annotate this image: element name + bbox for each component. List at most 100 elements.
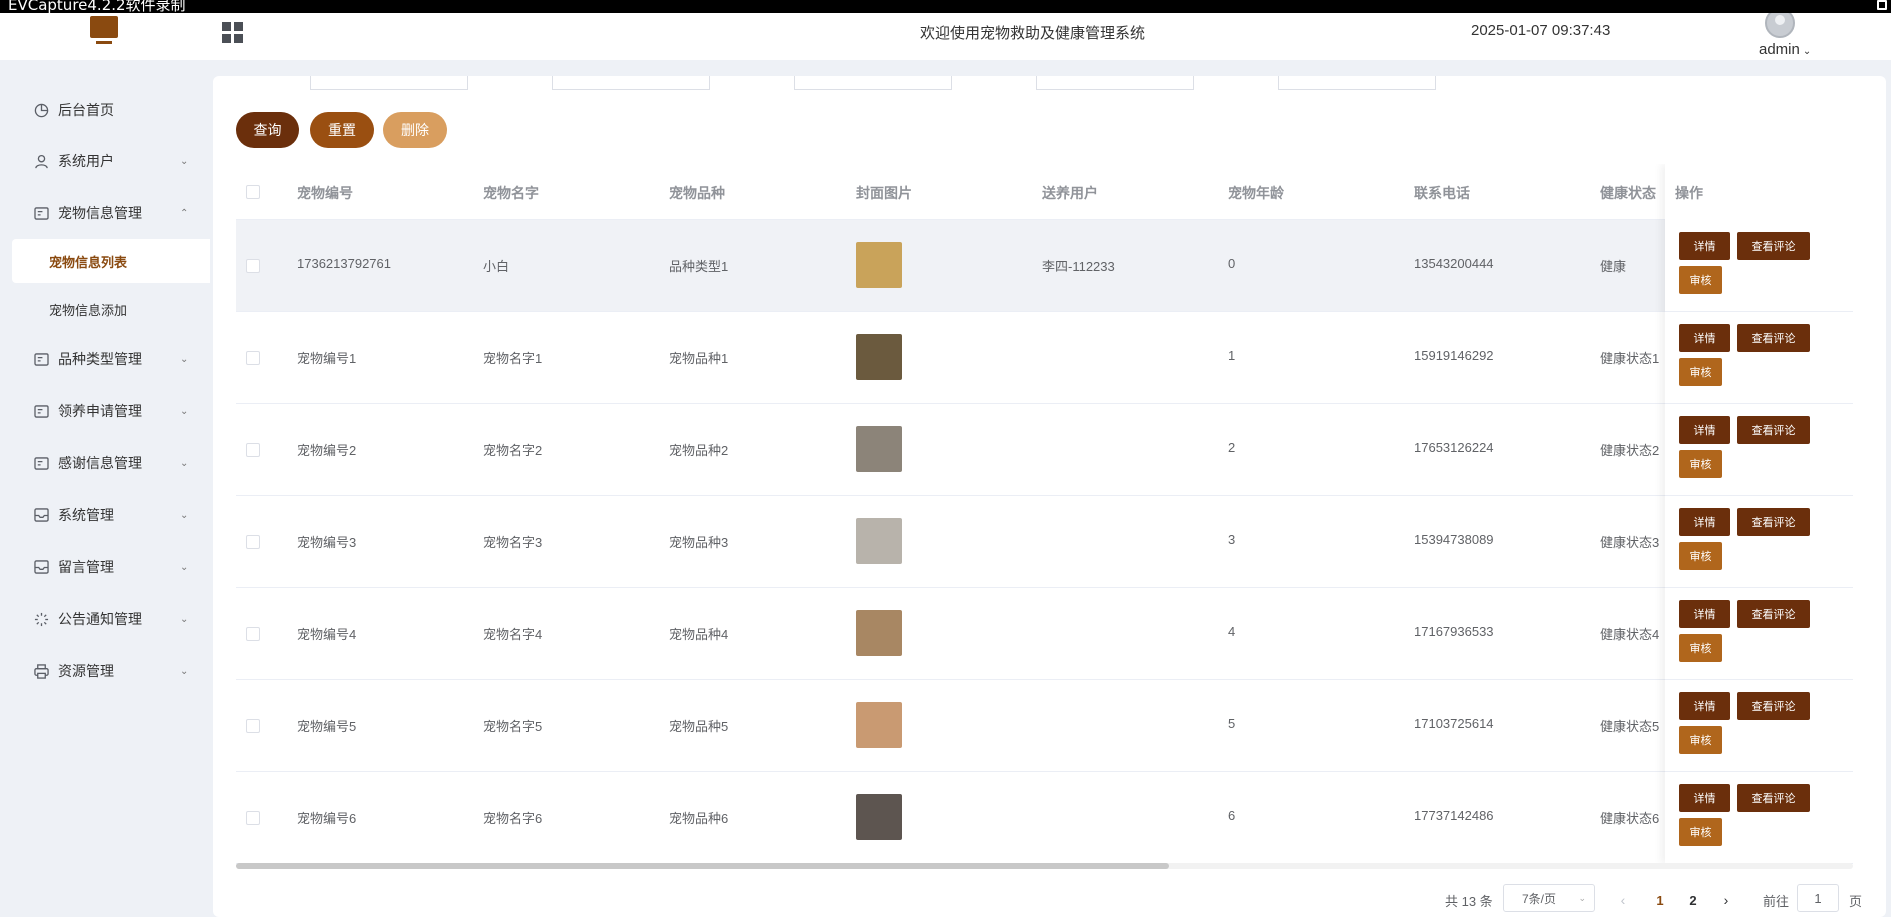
cell-breed: 宠物品种1 — [669, 351, 729, 366]
audit-button[interactable]: 审核 — [1679, 450, 1722, 478]
username: admin — [1759, 41, 1800, 58]
table-row[interactable]: 宠物编号1 宠物名字1 宠物品种1 1 15919146292 健康状态1 — [236, 312, 1853, 404]
table-row[interactable]: 宠物编号5 宠物名字5 宠物品种5 5 17103725614 健康状态5 — [236, 680, 1853, 772]
table-row[interactable]: 1736213792761 小白 品种类型1 李四-112233 0 1354320044… — [236, 220, 1853, 312]
next-page-button[interactable]: › — [1716, 886, 1736, 914]
sidebar-item-adoption[interactable]: 领养申请管理 ⌄ — [0, 391, 210, 431]
table-row[interactable]: 宠物编号6 宠物名字6 宠物品种6 6 17737142486 健康状态6 — [236, 772, 1853, 864]
audit-button[interactable]: 审核 — [1679, 542, 1722, 570]
logo-icon — [90, 16, 118, 46]
search-field-5[interactable] — [1278, 76, 1436, 90]
row-checkbox[interactable] — [246, 811, 260, 825]
row-checkbox[interactable] — [246, 719, 260, 733]
page-size-select[interactable]: 7条/页 ⌄ — [1503, 884, 1595, 912]
row-checkbox[interactable] — [246, 351, 260, 365]
sidebar-item-pet-list[interactable]: 宠物信息列表 — [12, 239, 210, 283]
row-actions: 详情 查看评论 审核 — [1665, 680, 1853, 772]
pet-cover-image[interactable] — [856, 794, 902, 840]
cell-name: 小白 — [483, 259, 510, 274]
detail-button[interactable]: 详情 — [1679, 232, 1730, 260]
view-comments-button[interactable]: 查看评论 — [1737, 416, 1810, 444]
audit-button[interactable]: 审核 — [1679, 266, 1722, 294]
row-checkbox[interactable] — [246, 535, 260, 549]
audit-button[interactable]: 审核 — [1679, 726, 1722, 754]
row-actions: 详情 查看评论 审核 — [1665, 404, 1853, 496]
cell-breed: 品种类型1 — [669, 259, 729, 274]
search-field-4[interactable] — [1036, 76, 1194, 90]
query-button[interactable]: 查询 — [236, 112, 299, 148]
pet-cover-image[interactable] — [856, 426, 902, 472]
cell-age: 0 — [1228, 256, 1236, 271]
sidebar-item-messages[interactable]: 留言管理 ⌄ — [0, 547, 210, 587]
view-comments-button[interactable]: 查看评论 — [1737, 600, 1810, 628]
sidebar-item-label: 宠物信息列表 — [49, 254, 128, 270]
detail-button[interactable]: 详情 — [1679, 416, 1730, 444]
pet-cover-image[interactable] — [856, 610, 902, 656]
column-header-name: 宠物名字 — [483, 185, 539, 201]
detail-button[interactable]: 详情 — [1679, 324, 1730, 352]
horizontal-scrollbar[interactable] — [236, 863, 1853, 869]
cell-health: 健康状态2 — [1600, 443, 1660, 458]
cell-user: 李四-112233 — [1042, 259, 1115, 274]
cell-name: 宠物名字5 — [483, 719, 543, 734]
view-comments-button[interactable]: 查看评论 — [1737, 324, 1810, 352]
detail-button[interactable]: 详情 — [1679, 600, 1730, 628]
sidebar-item-system-manage[interactable]: 系统管理 ⌄ — [0, 495, 210, 535]
row-checkbox[interactable] — [246, 443, 260, 457]
card-icon — [33, 205, 49, 221]
page-2-button[interactable]: 2 — [1681, 886, 1705, 914]
search-field-1[interactable] — [310, 76, 468, 90]
goto-page-input[interactable] — [1797, 884, 1839, 912]
sidebar-item-thanks[interactable]: 感谢信息管理 ⌄ — [0, 443, 210, 483]
user-dropdown[interactable]: admin ⌄ — [1759, 41, 1811, 58]
table-row[interactable]: 宠物编号3 宠物名字3 宠物品种3 3 15394738089 健康状态3 — [236, 496, 1853, 588]
cell-phone: 15919146292 — [1414, 348, 1494, 363]
page-1-button[interactable]: 1 — [1648, 886, 1672, 914]
search-field-3[interactable] — [794, 76, 952, 90]
pet-cover-image[interactable] — [856, 518, 902, 564]
sidebar-item-label: 宠物信息添加 — [49, 302, 128, 318]
chevron-down-icon: ⌄ — [180, 353, 189, 365]
sidebar-item-resources[interactable]: 资源管理 ⌄ — [0, 651, 210, 691]
detail-button[interactable]: 详情 — [1679, 508, 1730, 536]
inbox-icon — [33, 559, 49, 575]
search-field-2[interactable] — [552, 76, 710, 90]
reset-button[interactable]: 重置 — [310, 112, 374, 148]
cell-id: 宠物编号4 — [297, 627, 357, 642]
view-comments-button[interactable]: 查看评论 — [1737, 692, 1810, 720]
printer-icon — [33, 663, 49, 679]
sidebar-item-pet-add[interactable]: 宠物信息添加 — [12, 287, 210, 331]
row-actions: 详情 查看评论 审核 — [1665, 496, 1853, 588]
cell-name: 宠物名字4 — [483, 627, 543, 642]
cell-age: 4 — [1228, 624, 1236, 639]
pet-cover-image[interactable] — [856, 334, 902, 380]
sidebar-item-pet-info[interactable]: 宠物信息管理 ⌃ — [0, 193, 210, 233]
audit-button[interactable]: 审核 — [1679, 634, 1722, 662]
sidebar-item-announcements[interactable]: 公告通知管理 ⌄ — [0, 599, 210, 639]
pet-cover-image[interactable] — [856, 242, 902, 288]
prev-page-button[interactable]: ‹ — [1613, 886, 1633, 914]
recording-watermark-bar: EVCapture4.2.2软件录制 — [0, 0, 1891, 13]
sidebar-item-system-users[interactable]: 系统用户 ⌄ — [0, 141, 210, 181]
audit-button[interactable]: 审核 — [1679, 818, 1722, 846]
view-comments-button[interactable]: 查看评论 — [1737, 784, 1810, 812]
menu-toggle-icon[interactable] — [222, 22, 243, 43]
sidebar-item-dashboard[interactable]: 后台首页 — [0, 90, 210, 130]
sidebar-item-label: 感谢信息管理 — [58, 455, 142, 471]
sidebar-item-breed-types[interactable]: 品种类型管理 ⌄ — [0, 339, 210, 379]
detail-button[interactable]: 详情 — [1679, 784, 1730, 812]
table-row[interactable]: 宠物编号2 宠物名字2 宠物品种2 2 17653126224 健康状态2 — [236, 404, 1853, 496]
audit-button[interactable]: 审核 — [1679, 358, 1722, 386]
row-checkbox[interactable] — [246, 627, 260, 641]
view-comments-button[interactable]: 查看评论 — [1737, 508, 1810, 536]
select-all-checkbox[interactable] — [246, 185, 260, 199]
table-row[interactable]: 宠物编号4 宠物名字4 宠物品种4 4 17167936533 健康状态4 — [236, 588, 1853, 680]
detail-button[interactable]: 详情 — [1679, 692, 1730, 720]
pet-cover-image[interactable] — [856, 702, 902, 748]
cell-phone: 17737142486 — [1414, 808, 1494, 823]
view-comments-button[interactable]: 查看评论 — [1737, 232, 1810, 260]
row-checkbox[interactable] — [246, 259, 260, 273]
chevron-up-icon: ⌃ — [180, 207, 189, 219]
delete-button[interactable]: 删除 — [383, 112, 447, 148]
cell-health: 健康状态4 — [1600, 627, 1660, 642]
